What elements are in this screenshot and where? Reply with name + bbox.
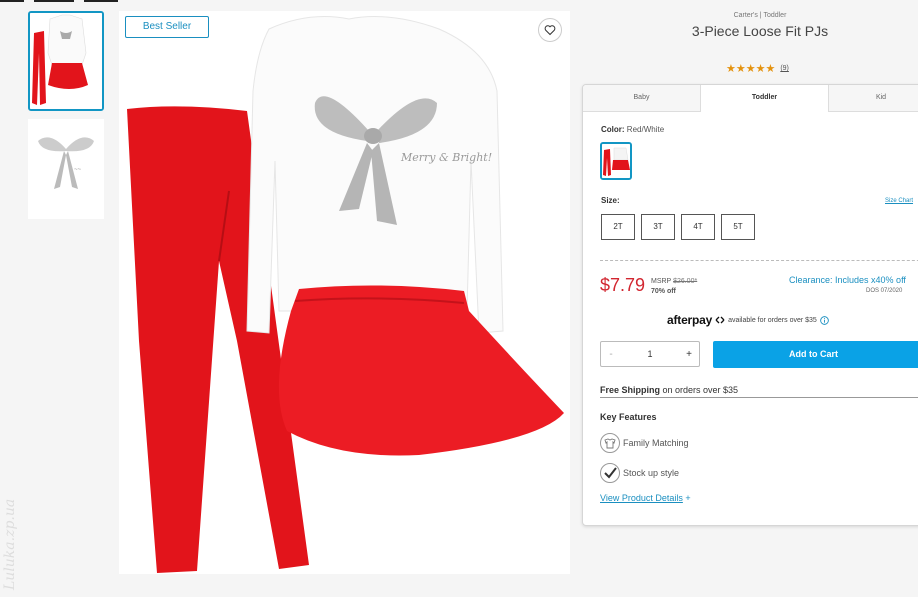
size-option-5t[interactable]: 5T xyxy=(721,214,755,240)
expand-plus-icon: + xyxy=(685,493,691,503)
afterpay-row: afterpay available for orders over $35 xyxy=(667,313,829,327)
family-matching-icon xyxy=(600,433,620,453)
shipping-note: Free Shipping on orders over $35 xyxy=(600,385,738,395)
discount-text: 70% off xyxy=(651,288,676,295)
main-product-image[interactable]: Merry & Bright! Best Seller xyxy=(119,11,570,574)
thumbnail-outfit[interactable] xyxy=(28,11,104,111)
msrp-block: MSRP $26.00* 70% off xyxy=(651,277,697,297)
color-label: Color: xyxy=(601,125,625,134)
add-to-cart-button[interactable]: Add to Cart xyxy=(713,341,918,368)
feature-stock-up: Stock up style xyxy=(600,463,679,483)
afterpay-logo: afterpay xyxy=(667,313,713,327)
thumbnail-bow-print[interactable]: ~~ xyxy=(28,119,104,219)
shipping-threshold: on orders over $35 xyxy=(660,385,739,395)
quantity-decrement-button[interactable]: - xyxy=(601,349,621,360)
sale-price: $7.79 xyxy=(600,275,646,295)
details-link-label: View Product Details xyxy=(600,493,683,503)
key-features-heading: Key Features xyxy=(600,412,657,422)
purchase-panel: Baby Toddler Kid Color: Red/White Size: … xyxy=(582,84,918,526)
watermark: Luluka.zp.ua xyxy=(2,498,18,590)
heart-icon xyxy=(544,25,556,36)
color-row: Color: Red/White xyxy=(601,125,664,134)
product-illustration: Merry & Bright! xyxy=(127,16,564,573)
tab-kid[interactable]: Kid xyxy=(829,85,918,111)
quantity-increment-button[interactable]: + xyxy=(679,349,699,360)
shipping-divider xyxy=(600,397,918,398)
rating-stars-icon: ★★★★★ xyxy=(726,63,776,75)
brand-line: Carter's | Toddler xyxy=(733,12,787,19)
bow-print-thumbnail-image: ~~ xyxy=(28,119,104,219)
checkmark-icon xyxy=(600,463,620,483)
size-chart-link[interactable]: Size Chart xyxy=(885,198,913,204)
quantity-stepper: - 1 + xyxy=(600,341,700,367)
svg-text:~~: ~~ xyxy=(74,167,82,173)
product-title: 3-Piece Loose Fit PJs xyxy=(691,23,829,39)
size-range-tabs: Baby Toddler Kid xyxy=(583,85,918,112)
best-seller-badge: Best Seller xyxy=(125,16,209,38)
dos-date: DOS 07/2020 xyxy=(866,288,903,294)
favorite-button[interactable] xyxy=(538,18,562,42)
feature-label: Stock up style xyxy=(623,468,680,478)
tab-toddler[interactable]: Toddler xyxy=(701,85,829,112)
review-count-link[interactable]: (9) xyxy=(780,65,789,72)
clearance-text: Clearance: Includes x40% off xyxy=(789,275,906,285)
product-rating[interactable]: ★★★★★ (9) xyxy=(726,62,789,75)
msrp-value: $26.00* xyxy=(673,278,698,285)
color-swatch-red-white[interactable] xyxy=(600,142,632,180)
afterpay-note: available for orders over $35 xyxy=(728,316,817,324)
outfit-thumbnail-image xyxy=(30,13,102,109)
size-option-2t[interactable]: 2T xyxy=(601,214,635,240)
feature-family-matching: Family Matching xyxy=(600,433,689,453)
shirt-print-text: Merry & Bright! xyxy=(400,151,492,164)
top-nav-remnant xyxy=(0,0,120,2)
feature-label: Family Matching xyxy=(623,438,689,448)
price-divider xyxy=(600,260,918,261)
afterpay-arrows-icon xyxy=(715,316,725,324)
info-icon[interactable] xyxy=(819,315,829,325)
msrp-label: MSRP xyxy=(651,278,672,285)
size-option-3t[interactable]: 3T xyxy=(641,214,675,240)
size-label: Size: xyxy=(601,196,620,205)
view-product-details-link[interactable]: View Product Details + xyxy=(600,493,691,503)
tab-baby[interactable]: Baby xyxy=(583,85,701,111)
color-value: Red/White xyxy=(626,125,665,134)
quantity-value[interactable]: 1 xyxy=(621,349,679,359)
swatch-thumbnail xyxy=(602,144,630,178)
free-shipping-label: Free Shipping xyxy=(600,385,661,395)
size-option-4t[interactable]: 4T xyxy=(681,214,715,240)
